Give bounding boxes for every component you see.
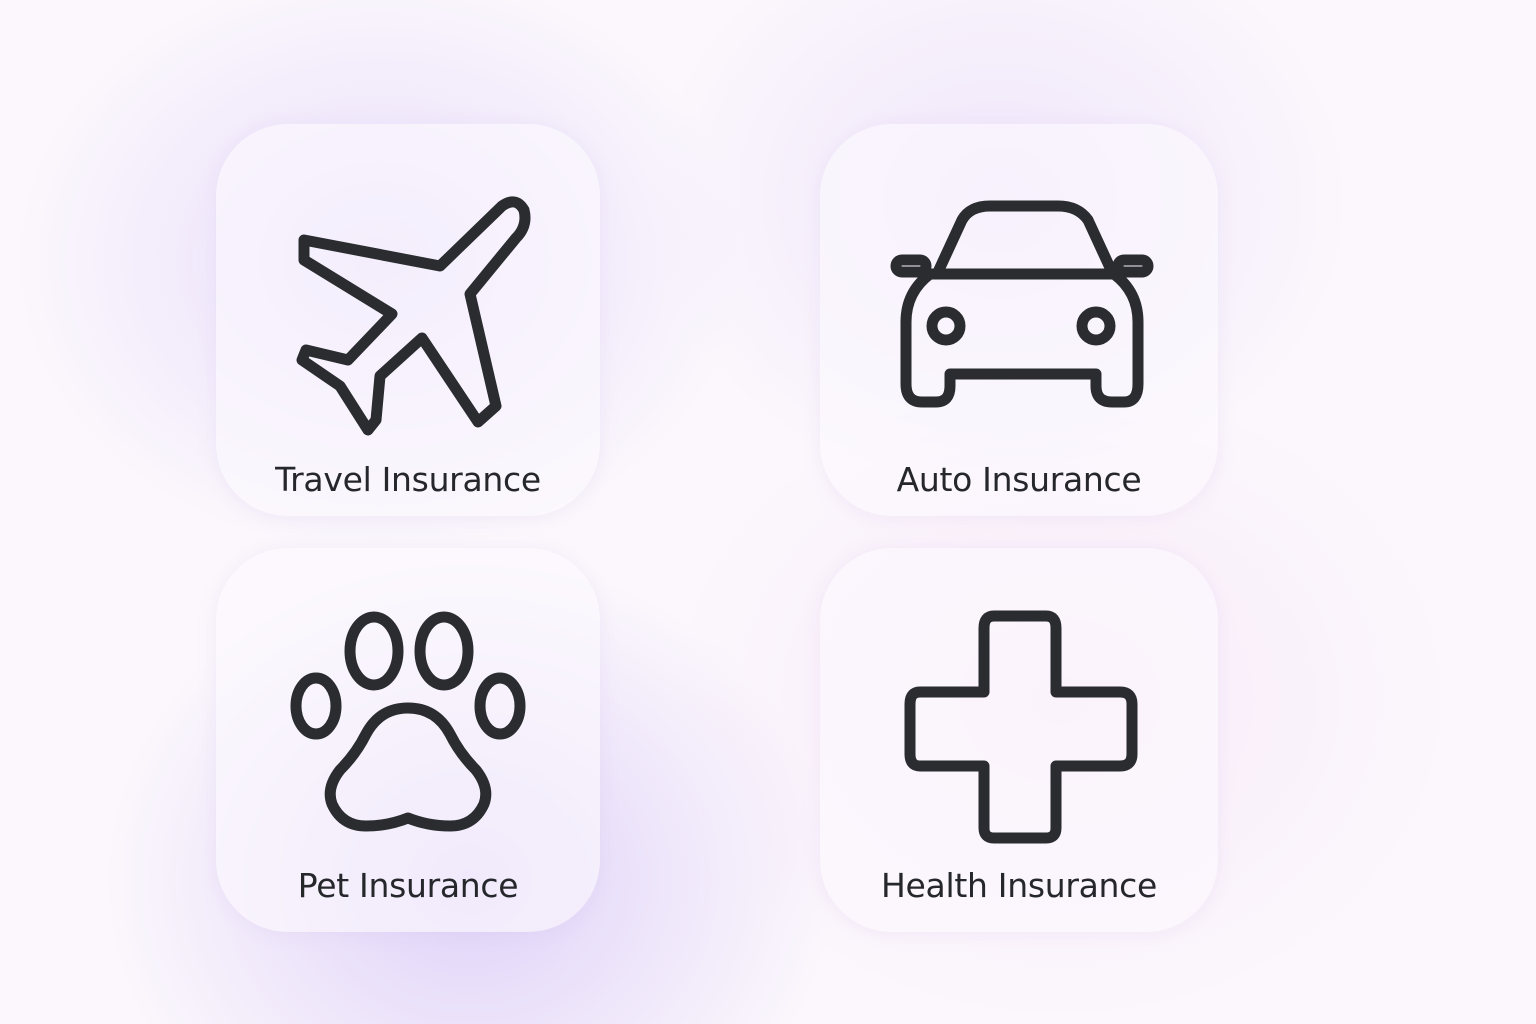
pet-insurance-tile[interactable]: Pet Insurance (216, 548, 600, 932)
health-insurance-tile[interactable]: Health Insurance (820, 548, 1218, 932)
travel-insurance-label: Travel Insurance (275, 460, 541, 499)
auto-insurance-tile[interactable]: Auto Insurance (820, 124, 1218, 516)
paw-icon (290, 611, 526, 832)
pet-insurance-label: Pet Insurance (297, 866, 519, 905)
auto-insurance-label: Auto Insurance (896, 460, 1142, 499)
airplane-icon (296, 196, 531, 436)
health-insurance-label: Health Insurance (881, 866, 1157, 905)
car-icon (890, 200, 1154, 408)
travel-insurance-tile[interactable]: Travel Insurance (216, 124, 600, 516)
medical-cross-icon (904, 610, 1138, 844)
